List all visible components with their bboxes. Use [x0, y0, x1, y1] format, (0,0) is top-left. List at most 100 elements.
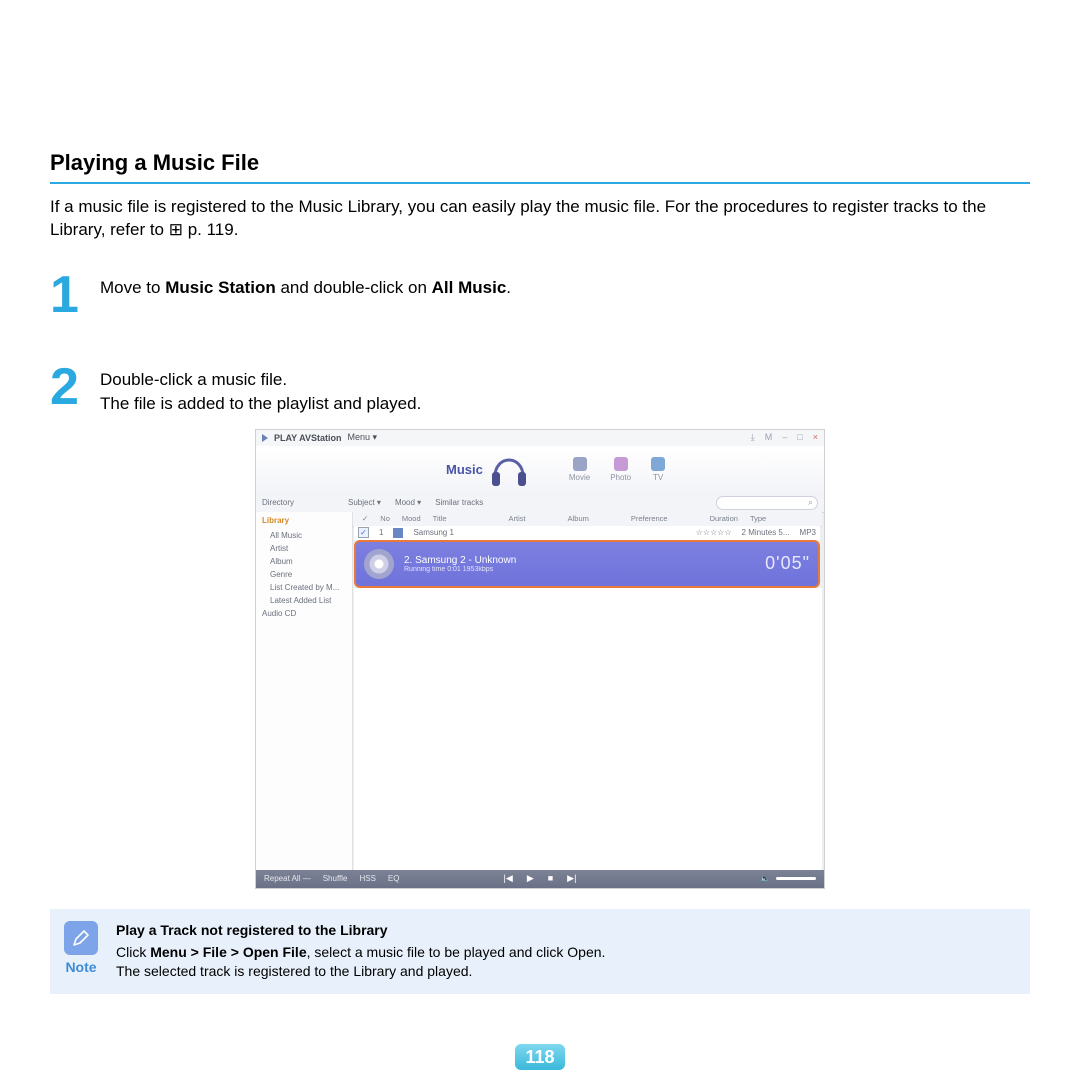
note-line-2: The selected track is registered to the …	[116, 962, 605, 982]
col-type[interactable]: Type	[750, 514, 766, 523]
player-bar: Repeat All — Shuffle HSS EQ |◀ ▶ ■ ▶| 🔈	[256, 870, 824, 888]
sidebar-item-audio-cd[interactable]: Audio CD	[256, 607, 352, 620]
note-pencil-icon	[64, 921, 98, 955]
close-button[interactable]: ×	[813, 432, 818, 443]
col-no[interactable]: No	[380, 514, 390, 523]
filter-bar: Directory Subject ▾ Mood ▾ Similar track…	[256, 494, 824, 513]
cell-no: 1	[379, 528, 383, 537]
step-bold: All Music	[432, 278, 507, 297]
tab-photo[interactable]: Photo	[610, 457, 631, 482]
note-text: Click	[116, 944, 150, 960]
headphones-icon	[489, 452, 529, 488]
sidebar: Library All Music Artist Album Genre Lis…	[256, 512, 353, 870]
sidebar-item-list[interactable]: List Created by M...	[256, 581, 352, 594]
heading-rule	[50, 182, 1030, 184]
page-ref: ⊞ p. 119	[169, 220, 234, 239]
note-text: , select a music file to be played and c…	[307, 944, 606, 960]
sidebar-item-genre[interactable]: Genre	[256, 568, 352, 581]
menu-dropdown[interactable]: Menu ▾	[348, 432, 378, 443]
step-text: and double-click on	[276, 278, 432, 297]
step-body: Move to Music Station and double-click o…	[100, 272, 511, 301]
note-title: Play a Track not registered to the Libra…	[116, 921, 605, 941]
step-line: Double-click a music file.	[100, 368, 421, 393]
mood-swatch	[393, 528, 403, 538]
tab-label: Movie	[569, 473, 590, 482]
note-body: Play a Track not registered to the Libra…	[116, 921, 605, 982]
minimize-button[interactable]: –	[782, 432, 787, 443]
tab-music[interactable]: Music	[446, 462, 483, 477]
elapsed-time: 0'05"	[765, 553, 810, 574]
volume-icon[interactable]: 🔈	[760, 874, 770, 883]
filter-similar[interactable]: Similar tracks	[435, 498, 483, 507]
col-artist[interactable]: Artist	[509, 514, 526, 523]
note-line-1: Click Menu > File > Open File, select a …	[116, 943, 605, 963]
cell-duration: 2 Minutes 5...	[742, 528, 790, 537]
app-header: Music Movie Photo TV	[256, 446, 824, 495]
now-playing-row[interactable]: 2. Samsung 2 - Unknown Running time 0:01…	[354, 540, 820, 588]
step-bold: Music Station	[165, 278, 276, 297]
next-button[interactable]: ▶|	[567, 873, 576, 884]
volume-slider[interactable]	[776, 877, 816, 880]
window-titlebar: PLAY AVStation Menu ▾ ⤓ M – □ ×	[256, 430, 824, 447]
step-number: 1	[50, 272, 100, 319]
step-line: The file is added to the playlist and pl…	[100, 392, 421, 417]
sidebar-item-artist[interactable]: Artist	[256, 542, 352, 555]
section-heading: Playing a Music File	[50, 150, 1030, 176]
shuffle-button[interactable]: Shuffle	[323, 874, 348, 883]
hss-button[interactable]: HSS	[359, 874, 375, 883]
sidebar-item-album[interactable]: Album	[256, 555, 352, 568]
play-icon	[262, 434, 268, 442]
tab-label: Photo	[610, 473, 631, 482]
tab-label: TV	[653, 473, 663, 482]
cell-preference[interactable]: ☆☆☆☆☆	[696, 528, 732, 537]
sidebar-header-library[interactable]: Library	[256, 512, 352, 529]
step-body: Double-click a music file. The file is a…	[100, 364, 421, 417]
play-button[interactable]: ▶	[527, 873, 534, 884]
repeat-button[interactable]: Repeat All —	[264, 874, 311, 883]
stop-button[interactable]: ■	[548, 873, 553, 884]
transport-controls: |◀ ▶ ■ ▶|	[504, 873, 577, 884]
page-number: 118	[515, 1044, 565, 1070]
col-check[interactable]: ✓	[362, 514, 368, 523]
filter-directory[interactable]: Directory	[262, 498, 294, 507]
mode-button[interactable]: M	[765, 432, 773, 443]
window-chrome: ⤓ M – □ ×	[751, 432, 818, 443]
intro-paragraph: If a music file is registered to the Mus…	[50, 196, 1030, 242]
step-1: 1 Move to Music Station and double-click…	[50, 272, 1030, 319]
step-text: Move to	[100, 278, 165, 297]
step-number: 2	[50, 364, 100, 411]
tab-tv[interactable]: TV	[651, 457, 665, 482]
col-album[interactable]: Album	[568, 514, 589, 523]
disc-icon	[364, 549, 394, 579]
intro-text-b: .	[234, 220, 239, 239]
step-2: 2 Double-click a music file. The file is…	[50, 364, 1030, 417]
sidebar-item-all-music[interactable]: All Music	[256, 529, 352, 542]
filter-subject[interactable]: Subject ▾	[348, 498, 381, 507]
category-tabs: Movie Photo TV	[569, 457, 665, 482]
column-headers: ✓ No Mood Title Artist Album Preference …	[352, 512, 822, 527]
now-playing-text: 2. Samsung 2 - Unknown Running time 0:01…	[404, 555, 516, 573]
checkbox-icon[interactable]: ✓	[358, 527, 369, 538]
col-preference[interactable]: Preference	[631, 514, 668, 523]
filter-mood[interactable]: Mood ▾	[395, 498, 421, 507]
app-title: PLAY AVStation	[274, 433, 342, 443]
col-duration[interactable]: Duration	[710, 514, 738, 523]
track-row-1[interactable]: ✓ 1 Samsung 1 ☆☆☆☆☆ 2 Minutes 5... MP3	[354, 526, 820, 540]
col-title[interactable]: Title	[433, 514, 447, 523]
photo-icon	[614, 457, 628, 471]
movie-icon	[573, 457, 587, 471]
now-playing-title: 2. Samsung 2 - Unknown	[404, 555, 516, 566]
tab-movie[interactable]: Movie	[569, 457, 590, 482]
prev-button[interactable]: |◀	[504, 873, 513, 884]
maximize-button[interactable]: □	[797, 432, 802, 443]
col-mood[interactable]: Mood	[402, 514, 421, 523]
app-screenshot: PLAY AVStation Menu ▾ ⤓ M – □ × Music Mo…	[255, 429, 825, 889]
sidebar-item-latest[interactable]: Latest Added List	[256, 594, 352, 607]
note-box: Note Play a Track not registered to the …	[50, 909, 1030, 994]
pin-button[interactable]: ⤓	[751, 432, 755, 443]
note-label: Note	[65, 959, 96, 975]
search-input[interactable]: ⌕	[716, 496, 818, 510]
step-text: .	[506, 278, 511, 297]
eq-button[interactable]: EQ	[388, 874, 400, 883]
now-playing-sub: Running time 0:01 1953kbps	[404, 566, 516, 573]
